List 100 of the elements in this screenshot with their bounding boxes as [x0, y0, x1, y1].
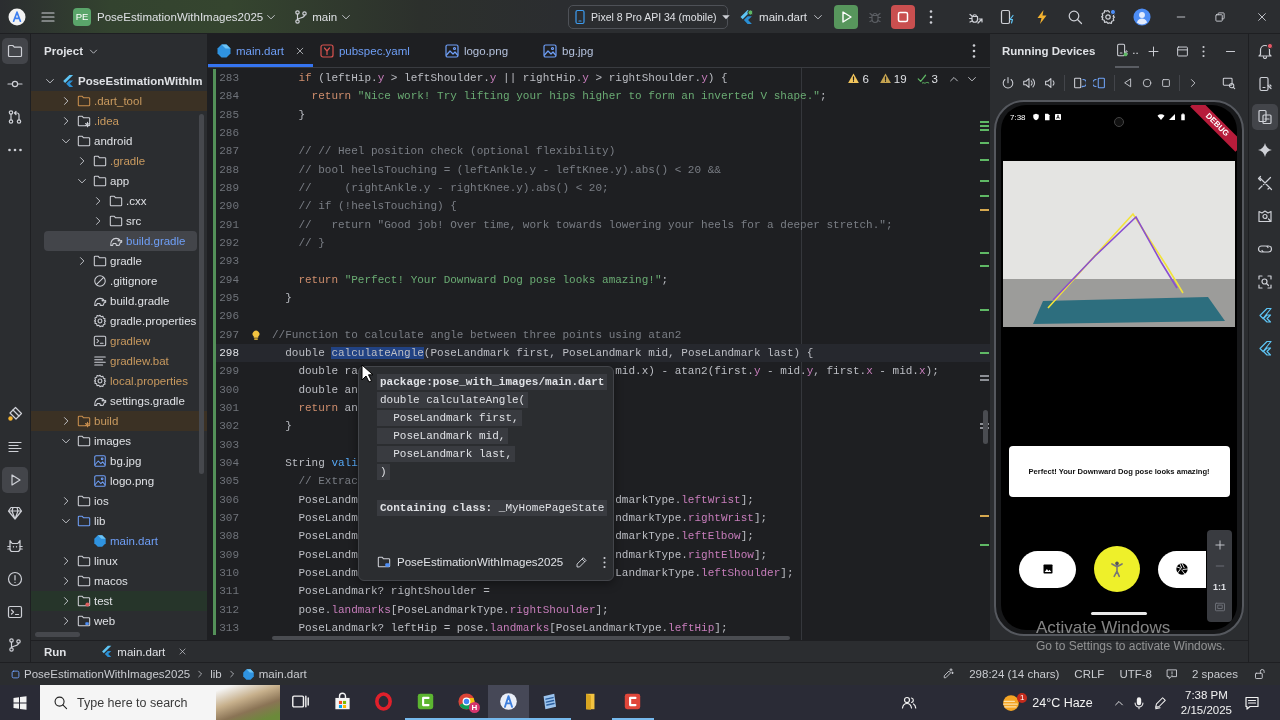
- scrollbar-thumb[interactable]: [272, 636, 790, 640]
- power-icon[interactable]: [1001, 76, 1015, 90]
- taskbar-app-button[interactable]: [487, 685, 529, 720]
- window-icon[interactable]: [1175, 44, 1189, 58]
- scrollbar-thumb[interactable]: [35, 632, 80, 637]
- notification-icon[interactable]: [1244, 694, 1260, 711]
- line-separator[interactable]: CRLF: [1074, 668, 1105, 680]
- volume-down-icon[interactable]: [1043, 76, 1057, 90]
- close-icon[interactable]: [1256, 10, 1268, 23]
- pencil-icon[interactable]: [575, 555, 589, 569]
- tree-row[interactable]: android: [31, 131, 207, 151]
- tree-row[interactable]: macos: [31, 571, 207, 591]
- editor-tab[interactable]: pubspec.yaml: [312, 34, 438, 67]
- tree-row[interactable]: bg.jpg: [31, 451, 207, 471]
- tool-window-button[interactable]: [1251, 104, 1278, 130]
- tree-row[interactable]: ios: [31, 491, 207, 511]
- device-tab[interactable]: ..: [1115, 34, 1139, 68]
- clock-date[interactable]: 2/15/2025: [1180, 702, 1232, 718]
- plus-icon[interactable]: [1146, 44, 1160, 58]
- square-icon: [623, 692, 643, 711]
- stop-button[interactable]: [891, 4, 915, 29]
- camera-button[interactable]: [1158, 550, 1206, 588]
- tree-row[interactable]: app: [31, 171, 207, 191]
- tree-row[interactable]: build.gradle: [44, 231, 197, 251]
- phone-lightning-icon[interactable]: [999, 8, 1015, 25]
- actual-size-button[interactable]: 1:1: [1213, 581, 1226, 592]
- caret-position[interactable]: 298:24 (14 chars): [969, 668, 1060, 680]
- lock-icon[interactable]: [1254, 668, 1266, 680]
- close-icon[interactable]: [294, 45, 305, 56]
- volume-up-icon[interactable]: [1022, 76, 1036, 90]
- weather-widget[interactable]: 1 24°C Haze: [1002, 693, 1093, 712]
- clock-time[interactable]: 7:38 PM: [1185, 687, 1228, 703]
- sparkle-pen-icon[interactable]: [942, 668, 955, 680]
- tree-row[interactable]: gradlew: [31, 331, 207, 351]
- list-icon: [7, 439, 23, 455]
- tree-row[interactable]: build: [31, 411, 207, 431]
- search-icon[interactable]: [1067, 8, 1083, 25]
- rotate-right-icon[interactable]: [1093, 76, 1107, 90]
- tree-row[interactable]: settings.gradle: [31, 391, 207, 411]
- tree-row[interactable]: main.dart: [31, 531, 207, 551]
- indent-setting[interactable]: 2 spaces: [1191, 668, 1238, 680]
- tree-row[interactable]: src: [31, 211, 207, 231]
- editor-tab[interactable]: logo.png: [437, 34, 537, 67]
- project-switcher[interactable]: PoseEstimationWithImages2025: [97, 3, 278, 30]
- tree-row[interactable]: .cxx: [31, 191, 207, 211]
- tree-row[interactable]: .idea: [31, 111, 207, 131]
- tree-row[interactable]: .gitignore: [31, 271, 207, 291]
- tree-row[interactable]: local.properties: [31, 371, 207, 391]
- tree-row[interactable]: logo.png: [31, 471, 207, 491]
- settings-icon[interactable]: [1100, 8, 1116, 25]
- scrollbar-thumb[interactable]: [199, 114, 204, 474]
- breadcrumb[interactable]: PoseEstimationWithImages2025: [11, 668, 191, 680]
- file-encoding[interactable]: UTF-8: [1119, 668, 1152, 680]
- tree-row[interactable]: gradle.properties: [31, 311, 207, 331]
- breadcrumb[interactable]: main.dart: [241, 667, 307, 681]
- scrollbar-thumb[interactable]: [983, 410, 988, 444]
- restore-icon[interactable]: [1214, 10, 1226, 23]
- tree-row[interactable]: lib: [31, 511, 207, 531]
- pen-icon[interactable]: [1152, 695, 1167, 710]
- view-mode-dropdown[interactable]: Project: [44, 45, 99, 57]
- gallery-button[interactable]: [1019, 550, 1076, 588]
- comment-icon[interactable]: [1165, 668, 1178, 680]
- tree-row[interactable]: gradlew.bat: [31, 351, 207, 371]
- tree-row[interactable]: PoseEstimationWithIm: [31, 71, 207, 91]
- tree-row[interactable]: test: [31, 591, 207, 611]
- editor-tab[interactable]: bg.jpg: [536, 34, 622, 67]
- avatar-icon[interactable]: [1133, 7, 1151, 26]
- home-icon[interactable]: [1141, 77, 1153, 89]
- rotate-left-icon[interactable]: [1072, 76, 1086, 90]
- people-icon[interactable]: [901, 694, 918, 711]
- tree-row[interactable]: .dart_tool: [31, 91, 207, 111]
- project-link[interactable]: PoseEstimationWithImages2025: [397, 556, 564, 568]
- tree-row[interactable]: build.gradle: [31, 291, 207, 311]
- code-line: PoseLandm: [298, 567, 358, 579]
- tree-row[interactable]: images: [31, 431, 207, 451]
- search-input[interactable]: Type here to search: [77, 695, 199, 710]
- run-button[interactable]: [834, 4, 858, 29]
- folder-tool-button[interactable]: [2, 38, 28, 64]
- pose-button[interactable]: [1094, 546, 1140, 592]
- line-number: 310: [218, 567, 239, 579]
- device-selector[interactable]: Pixel 8 Pro API 34 (mobile): [568, 4, 729, 29]
- code-line: ndmarkType.rightWrist];: [615, 512, 768, 525]
- tree-row[interactable]: .gradle: [31, 151, 207, 171]
- problem-counter[interactable]: 6: [847, 72, 869, 85]
- branch-selector[interactable]: main: [293, 3, 353, 30]
- taskbar-app-button[interactable]: H: [446, 685, 488, 720]
- run-tab[interactable]: main.dart: [98, 640, 190, 663]
- run-config-selector[interactable]: main.dart: [738, 3, 824, 30]
- problem-counter[interactable]: 3: [916, 72, 938, 85]
- play-tool-button[interactable]: [2, 467, 28, 493]
- tree-row[interactable]: linux: [31, 551, 207, 571]
- zoom-in-icon[interactable]: [1213, 538, 1226, 551]
- breadcrumb[interactable]: lib: [210, 668, 222, 680]
- back-icon[interactable]: [1122, 77, 1134, 89]
- overview-icon[interactable]: [1160, 77, 1172, 89]
- tree-row[interactable]: web: [31, 611, 207, 631]
- screen-capture-icon[interactable]: [1222, 76, 1236, 90]
- tree-row[interactable]: gradle: [31, 251, 207, 271]
- problem-counter[interactable]: 19: [878, 72, 907, 85]
- line-number: 288: [218, 163, 239, 176]
